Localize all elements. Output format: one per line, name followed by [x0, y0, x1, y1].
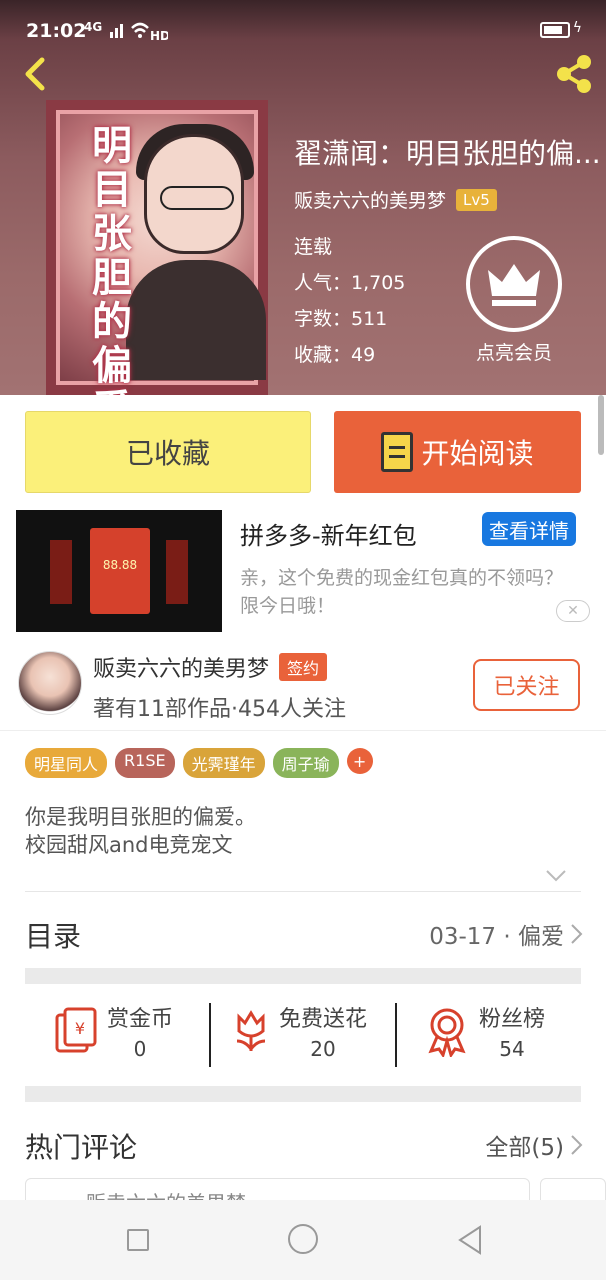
fan-ranking[interactable]: 粉丝榜 54 — [425, 985, 545, 1077]
reward-label: 赏金币 — [107, 1007, 174, 1032]
medal-icon — [428, 1008, 466, 1057]
follow-button[interactable]: 已关注 — [473, 659, 580, 711]
author-card[interactable]: 贩卖六六的美男梦 签约 著有11部作品·454人关注 已关注 — [0, 645, 606, 731]
book-detail-content: 已收藏 开始阅读 88.88 拼多多-新年红包 查看详情 亲，这个免费的现金红包… — [0, 395, 606, 1218]
battery-icon — [540, 22, 570, 38]
svg-text:¥: ¥ — [75, 1019, 85, 1038]
status-time: 21:02 — [26, 20, 87, 42]
reward-coins[interactable]: ¥ 赏金币 0 — [53, 985, 173, 1077]
chevron-right-icon — [571, 924, 583, 944]
fans-label: 粉丝榜 — [479, 1007, 546, 1032]
tag[interactable]: 明星同人 — [25, 748, 108, 778]
home-button[interactable] — [288, 1224, 318, 1254]
scrollbar[interactable] — [598, 395, 604, 455]
chevron-right-icon — [571, 1135, 583, 1155]
signed-badge: 签约 — [279, 653, 328, 681]
ad-image[interactable]: 88.88 — [16, 510, 222, 632]
tag[interactable]: R1SE — [115, 748, 175, 778]
back-button[interactable] — [456, 1224, 484, 1256]
ad-details-button[interactable]: 查看详情 — [482, 512, 576, 546]
ad-amount: 88.88 — [102, 558, 138, 572]
book-header: 21:02 4G HD ϟ 明目张胆的偏爱 翟潇闻：明目张胆的偏... 贩卖六六… — [0, 0, 606, 432]
book-title: 翟潇闻：明目张胆的偏... — [294, 137, 601, 170]
ad-close-icon[interactable]: ✕ — [556, 600, 590, 622]
intro-line: 你是我明目张胆的偏爱。 — [25, 805, 256, 829]
crown-icon — [466, 236, 562, 332]
stat-divider — [209, 1003, 211, 1067]
vip-button[interactable]: 点亮会员 — [466, 236, 562, 370]
author-name[interactable]: 贩卖六六的美男梦 — [93, 651, 269, 683]
hot-comments-title: 热门评论 — [25, 1131, 138, 1164]
start-reading-button[interactable]: 开始阅读 — [334, 411, 581, 493]
ad-description: 亲，这个免费的现金红包真的不领吗？限今日哦！ — [240, 567, 564, 617]
book-icon — [381, 432, 414, 472]
book-status: 连载 — [294, 236, 333, 258]
divider — [25, 891, 581, 892]
book-word-count: 字数：511 — [294, 308, 388, 330]
all-comments-link[interactable]: 全部(5) — [485, 1128, 564, 1162]
avatar[interactable] — [18, 651, 82, 715]
system-nav-bar — [0, 1200, 606, 1280]
book-favorites: 收藏：49 — [294, 344, 376, 366]
author-level-badge: Lv5 — [456, 188, 497, 211]
chevron-down-icon[interactable] — [545, 869, 567, 883]
flowers-value: 20 — [310, 1037, 336, 1061]
section-band — [25, 968, 581, 984]
book-author-line[interactable]: 贩卖六六的美男梦 Lv5 — [294, 186, 497, 213]
cover-title-text: 明目张胆的偏爱 — [92, 123, 132, 432]
status-bar: 21:02 4G HD ϟ — [0, 0, 606, 44]
author-meta: 著有11部作品·454人关注 — [93, 697, 346, 722]
add-tag-button[interactable]: + — [346, 748, 373, 774]
start-reading-label: 开始阅读 — [421, 437, 534, 470]
tag[interactable]: 周子瑜 — [272, 748, 339, 778]
tag-list: 明星同人 R1SE 光霁瑾年 周子瑜 + — [25, 748, 373, 778]
charging-icon: ϟ — [572, 20, 582, 36]
collected-button[interactable]: 已收藏 — [25, 411, 311, 493]
ad-title: 拼多多-新年红包 — [240, 522, 417, 550]
section-band — [25, 1086, 581, 1102]
vip-label: 点亮会员 — [475, 342, 552, 364]
recent-apps-button[interactable] — [127, 1229, 149, 1251]
book-cover[interactable]: 明目张胆的偏爱 — [46, 100, 268, 432]
tag[interactable]: 光霁瑾年 — [182, 748, 265, 778]
stat-divider — [395, 1003, 397, 1067]
flower-icon — [236, 1010, 266, 1051]
free-flowers[interactable]: 免费送花 20 — [231, 985, 367, 1077]
interaction-stats: ¥ 赏金币 0 免费送花 20 粉丝榜 54 — [25, 985, 581, 1077]
back-arrow-icon[interactable] — [18, 54, 54, 94]
toc-title: 目录 — [25, 920, 82, 953]
intro-line: 校园甜风and电竞宠文 — [25, 833, 233, 857]
book-author[interactable]: 贩卖六六的美男梦 — [294, 186, 446, 213]
table-of-contents-row[interactable]: 目录 03-17 · 偏爱 — [0, 895, 606, 967]
network-indicator: 4G — [84, 20, 103, 34]
svg-text:HD: HD — [150, 29, 168, 42]
coin-envelope-icon: ¥ — [55, 1007, 97, 1053]
book-intro[interactable]: 你是我明目张胆的偏爱。 校园甜风and电竞宠文 — [25, 803, 256, 859]
book-popularity: 人气：1,705 — [294, 272, 406, 294]
reward-value: 0 — [133, 1037, 147, 1061]
fans-value: 54 — [499, 1037, 525, 1061]
hot-comments-section: 热门评论 全部(5) 贩卖六六的美男梦 — [0, 1110, 606, 1218]
share-icon[interactable] — [552, 52, 596, 96]
wifi-icon: HD — [110, 22, 168, 42]
flowers-label: 免费送花 — [279, 1007, 368, 1032]
latest-chapter: 03-17 · 偏爱 — [429, 924, 564, 950]
ad-banner[interactable]: 88.88 拼多多-新年红包 查看详情 亲，这个免费的现金红包真的不领吗？限今日… — [0, 508, 606, 633]
